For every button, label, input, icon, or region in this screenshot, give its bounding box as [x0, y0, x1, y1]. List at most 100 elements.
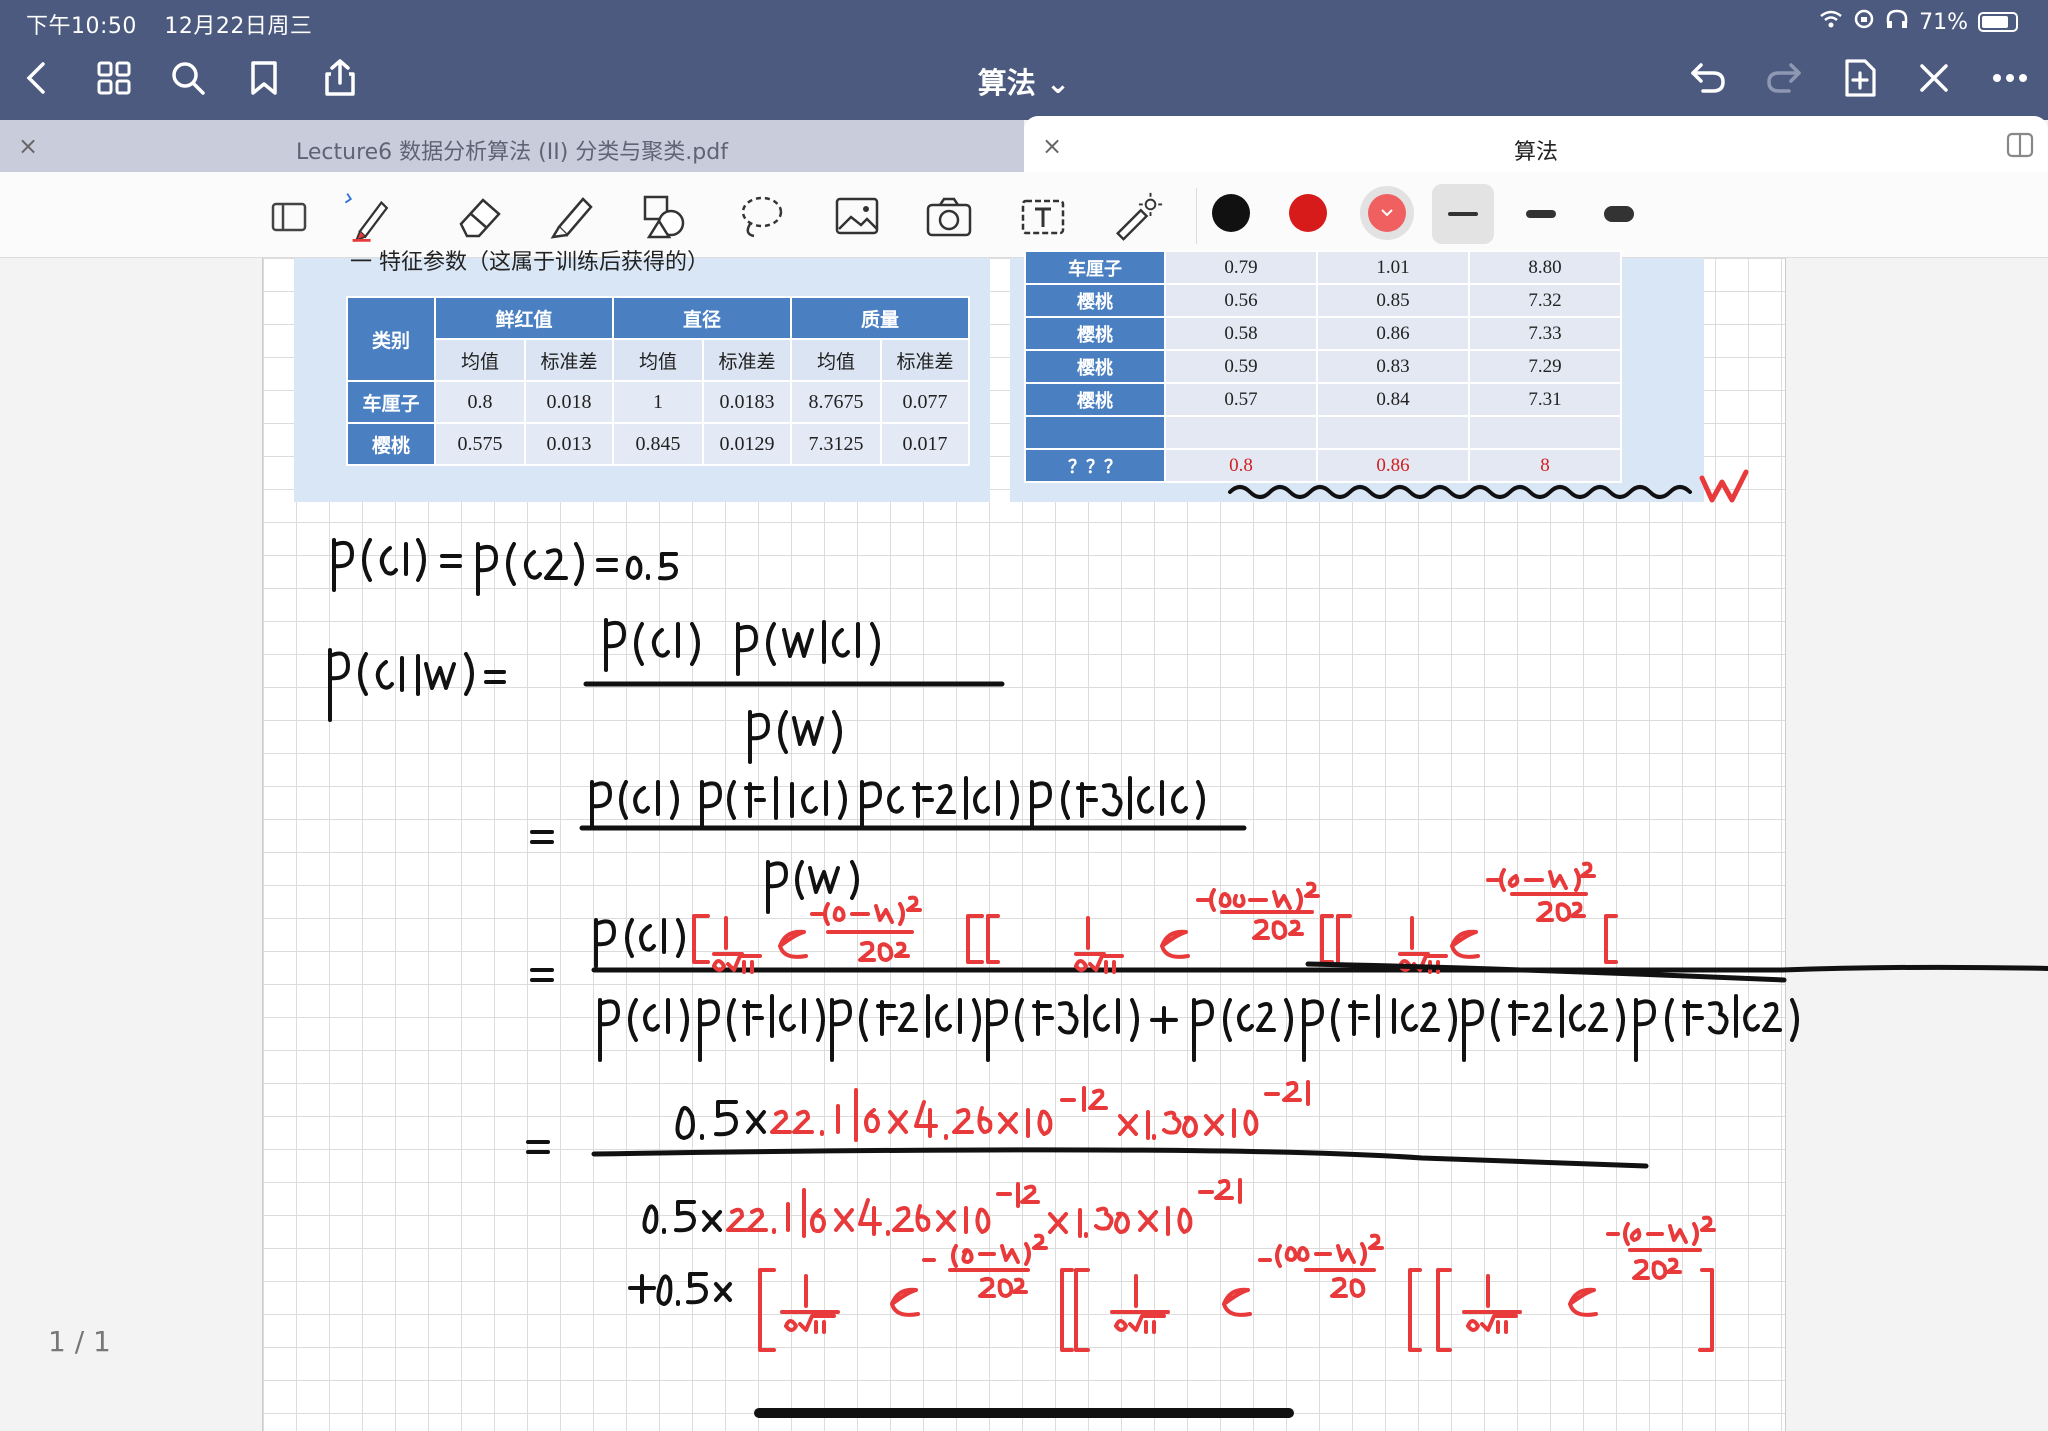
add-page-icon[interactable] — [1838, 56, 1882, 100]
row-label: ？？？ — [1024, 448, 1166, 483]
table-cell: 0.83 — [1316, 349, 1470, 384]
table-cell — [1316, 415, 1470, 450]
table-cell: 0.0183 — [702, 380, 792, 424]
table-cell: 0.8 — [434, 380, 526, 424]
tab-pdf-label: Lecture6 数据分析算法 (II) 分类与聚类.pdf — [296, 140, 728, 165]
row-label: 樱桃 — [1024, 283, 1166, 318]
row-label: 樱桃 — [1024, 316, 1166, 351]
table-cell: 7.32 — [1468, 283, 1622, 318]
tool-bar — [0, 172, 2048, 258]
selected-color-ring[interactable] — [1360, 186, 1414, 240]
row-label: 樱桃 — [1024, 349, 1166, 384]
table-header: 直径 — [612, 296, 792, 340]
table-header: 鲜红值 — [434, 296, 614, 340]
slide-heading: 一 特征参数（这属于训练后获得的） — [350, 250, 709, 275]
table-cell: 1 — [612, 380, 704, 424]
battery-icon — [1978, 12, 2018, 32]
table-cell: 0.575 — [434, 422, 526, 466]
status-icons: 71% — [1819, 8, 2018, 36]
status-time: 下午10:50 — [26, 14, 137, 39]
color-red-swatch[interactable] — [1289, 194, 1327, 232]
headphones-icon — [1885, 8, 1909, 36]
highlighter-icon[interactable] — [544, 190, 598, 244]
stroke-medium-button[interactable] — [1510, 184, 1572, 244]
table-cell: 0.84 — [1316, 382, 1470, 417]
eraser-icon[interactable] — [452, 190, 506, 244]
image-icon[interactable] — [830, 190, 884, 244]
top-bar: 下午10:50 12月22日周三 71% 算法 ⌄ — [0, 0, 2048, 120]
table-subheader: 均值 — [790, 338, 882, 382]
table-cell: 0.57 — [1164, 382, 1318, 417]
status-date: 12月22日周三 — [164, 14, 313, 39]
table-cell: 0.017 — [880, 422, 970, 466]
read-mode-icon[interactable] — [262, 190, 316, 244]
table-cell: 0.58 — [1164, 316, 1318, 351]
table-cell: 0.0129 — [702, 422, 792, 466]
table-cell: 0.85 — [1316, 283, 1470, 318]
table-row: 樱桃 0.58 0.86 7.33 — [1024, 316, 1622, 351]
table-cell: 1.01 — [1316, 250, 1470, 285]
chevron-down-icon — [1381, 209, 1393, 217]
lasso-icon[interactable] — [734, 190, 788, 244]
table-cell — [1164, 415, 1318, 450]
table-cell: 0.86 — [1316, 316, 1470, 351]
row-label: 樱桃 — [346, 422, 436, 466]
table-cell: 8 — [1468, 448, 1622, 483]
table-row: 樱桃 0.56 0.85 7.32 — [1024, 283, 1622, 318]
camera-icon[interactable] — [922, 190, 976, 244]
table-row — [1024, 415, 1622, 450]
table-row: ？？？ 0.8 0.86 8 — [1024, 448, 1622, 483]
table-cell: 0.018 — [524, 380, 614, 424]
table-cell: 7.3125 — [790, 422, 882, 466]
parameter-table: 类别 鲜红值 直径 质量 均值 标准差 均值 标准差 均值 标准差 车厘子 0.… — [346, 296, 970, 466]
pen-tool-icon[interactable] — [340, 190, 394, 244]
row-label: 车厘子 — [1024, 250, 1166, 285]
text-tool-icon[interactable] — [1016, 190, 1070, 244]
table-cell: 0.013 — [524, 422, 614, 466]
lock-rotation-icon — [1853, 8, 1875, 36]
table-row: 樱桃 0.575 0.013 0.845 0.0129 7.3125 0.017 — [346, 422, 970, 466]
table-header: 类别 — [346, 296, 436, 382]
sample-table: 车厘子 0.79 1.01 8.80 樱桃 0.56 0.85 7.32 樱桃 0.58 0.8… — [1024, 250, 1622, 483]
more-icon[interactable] — [1988, 56, 2032, 100]
table-subheader: 标准差 — [702, 338, 792, 382]
shapes-icon[interactable] — [638, 190, 692, 244]
laser-pointer-icon[interactable] — [1110, 190, 1164, 244]
table-subheader: 标准差 — [880, 338, 970, 382]
table-cell — [1468, 415, 1622, 450]
table-subheader: 均值 — [612, 338, 704, 382]
table-row: 樱桃 0.59 0.83 7.29 — [1024, 349, 1622, 384]
status-time-date: 下午10:50 12月22日周三 — [26, 8, 332, 40]
wifi-icon — [1819, 9, 1843, 35]
stroke-thick-button[interactable] — [1588, 184, 1650, 244]
undo-icon[interactable] — [1686, 56, 1730, 100]
table-cell: 0.8 — [1164, 448, 1318, 483]
color-salmon-swatch[interactable] — [1368, 194, 1406, 232]
split-view-icon[interactable] — [2006, 132, 2034, 164]
table-cell: 0.86 — [1316, 448, 1470, 483]
color-black-swatch[interactable] — [1212, 194, 1250, 232]
table-cell: 0.845 — [612, 422, 704, 466]
tab-algorithm[interactable]: × 算法 — [1024, 116, 2048, 172]
document-title[interactable]: 算法 ⌄ — [0, 60, 2048, 102]
battery-percent: 71% — [1919, 9, 1968, 35]
table-row: 樱桃 0.57 0.84 7.31 — [1024, 382, 1622, 417]
stroke-thin-button[interactable] — [1432, 184, 1494, 244]
tab-pdf[interactable]: × Lecture6 数据分析算法 (II) 分类与聚类.pdf — [0, 120, 1024, 172]
tab-algorithm-label: 算法 — [1513, 140, 1558, 165]
table-subheader: 标准差 — [524, 338, 614, 382]
table-cell: 0.56 — [1164, 283, 1318, 318]
table-cell: 7.33 — [1468, 316, 1622, 351]
home-indicator[interactable] — [754, 1408, 1294, 1418]
row-label: 车厘子 — [346, 380, 436, 424]
row-label — [1024, 415, 1166, 450]
table-row: 车厘子 0.8 0.018 1 0.0183 8.7675 0.077 — [346, 380, 970, 424]
page-indicator: 1 / 1 — [48, 1325, 111, 1358]
redo-icon[interactable] — [1762, 56, 1806, 100]
table-cell: 8.7675 — [790, 380, 882, 424]
pen-off-icon[interactable] — [1912, 56, 1956, 100]
toolbar-divider — [1196, 188, 1197, 244]
table-cell: 0.077 — [880, 380, 970, 424]
table-cell: 7.29 — [1468, 349, 1622, 384]
row-label: 樱桃 — [1024, 382, 1166, 417]
